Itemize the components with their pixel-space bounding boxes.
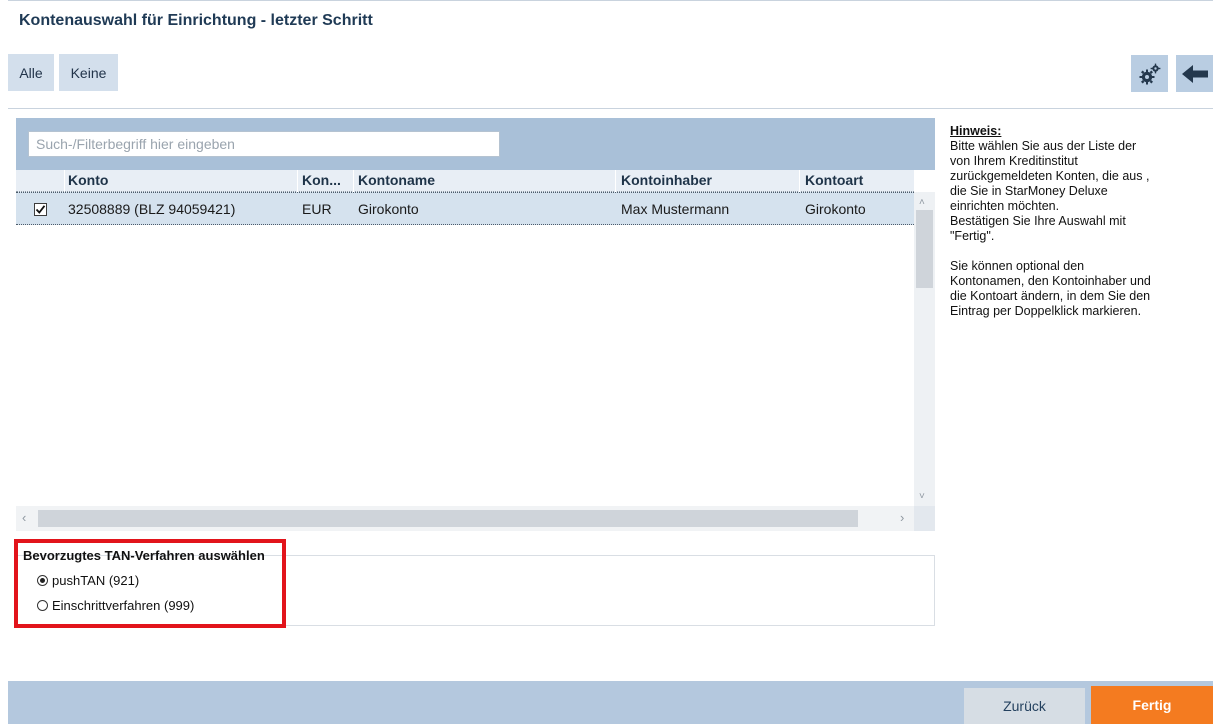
select-none-button[interactable]: Keine <box>59 54 118 91</box>
hint-line: Eintrag per Doppelklick markieren. <box>950 304 1142 318</box>
hint-line: zurückgemeldeten Konten, die aus , <box>950 169 1150 183</box>
top-border <box>8 0 1213 1</box>
vertical-scrollbar[interactable]: ˄ ˅ <box>914 192 935 506</box>
settings-button[interactable] <box>1131 55 1168 92</box>
hint-line: Bitte wählen Sie aus der Liste der <box>950 139 1137 153</box>
hint-line: von Ihrem Kreditinstitut <box>950 154 1078 168</box>
column-separator <box>615 170 616 192</box>
select-all-button[interactable]: Alle <box>8 54 54 91</box>
table-header: Konto Kon... Kontoname Kontoinhaber Kont… <box>16 170 914 192</box>
cell-waehrung: EUR <box>302 201 332 217</box>
tan-method-legend: Bevorzugtes TAN-Verfahren auswählen <box>23 548 265 563</box>
row-checkbox[interactable] <box>34 203 47 216</box>
horizontal-scroll-thumb[interactable] <box>38 510 858 527</box>
radio-button-selected[interactable] <box>37 575 48 586</box>
account-list-panel: Konto Kon... Kontoname Kontoinhaber Kont… <box>16 118 935 531</box>
radio-label-pushtan: pushTAN (921) <box>52 573 140 588</box>
scrollbar-corner <box>914 506 935 531</box>
column-separator <box>799 170 800 192</box>
scroll-left-icon[interactable]: ‹ <box>22 511 26 524</box>
back-icon-button[interactable] <box>1176 55 1213 92</box>
hint-line: Kontonamen, den Kontoinhaber und <box>950 274 1151 288</box>
column-separator <box>297 170 298 192</box>
finish-button[interactable]: Fertig <box>1091 686 1213 724</box>
tan-method-group <box>16 555 935 626</box>
vertical-scroll-thumb[interactable] <box>916 210 933 288</box>
column-separator <box>353 170 354 192</box>
toolbar-separator <box>8 108 1213 109</box>
hint-line: einrichten möchten. <box>950 199 1060 213</box>
back-button[interactable]: Zurück <box>964 688 1085 724</box>
hint-line: Sie können optional den <box>950 259 1085 273</box>
account-table: Konto Kon... Kontoname Kontoinhaber Kont… <box>16 170 935 531</box>
hint-title: Hinweis: <box>950 124 1002 138</box>
cell-kontoinhaber[interactable]: Max Mustermann <box>621 201 729 217</box>
page-title: Kontenauswahl für Einrichtung - letzter … <box>19 12 373 29</box>
table-row[interactable]: 32508889 (BLZ 94059421) EUR Girokonto Ma… <box>16 192 914 225</box>
gears-icon <box>1139 63 1160 84</box>
column-separator <box>64 170 65 192</box>
cell-kontoname[interactable]: Girokonto <box>358 201 419 217</box>
scroll-down-icon[interactable]: ˅ <box>919 492 925 502</box>
column-header-konto[interactable]: Konto <box>68 172 108 188</box>
scroll-up-icon[interactable]: ˄ <box>919 198 925 208</box>
hint-line: die Kontoart ändern, in dem Sie den <box>950 289 1151 303</box>
hint-line: die Sie in StarMoney Deluxe <box>950 184 1108 198</box>
radio-einschrittverfahren[interactable]: Einschrittverfahren (999) <box>37 598 194 613</box>
arrow-left-icon <box>1181 64 1208 83</box>
radio-pushtan[interactable]: pushTAN (921) <box>37 573 139 588</box>
column-header-kontoname[interactable]: Kontoname <box>358 172 435 188</box>
search-input[interactable] <box>28 131 500 157</box>
hint-panel: Hinweis: Bitte wählen Sie aus der Liste … <box>950 124 1205 319</box>
hint-line: Bestätigen Sie Ihre Auswahl mit <box>950 214 1126 228</box>
radio-label-einschrittverfahren: Einschrittverfahren (999) <box>52 598 195 613</box>
column-header-waehrung[interactable]: Kon... <box>302 172 341 188</box>
column-header-kontoart[interactable]: Kontoart <box>805 172 863 188</box>
cell-konto: 32508889 (BLZ 94059421) <box>68 201 236 217</box>
radio-button[interactable] <box>37 600 48 611</box>
hint-spacer <box>950 244 1205 259</box>
hint-line: "Fertig". <box>950 229 995 243</box>
column-header-kontoinhaber[interactable]: Kontoinhaber <box>621 172 712 188</box>
horizontal-scrollbar[interactable]: ‹ › <box>16 506 914 531</box>
scroll-right-icon[interactable]: › <box>900 511 904 524</box>
cell-kontoart[interactable]: Girokonto <box>805 201 866 217</box>
checkmark-icon <box>35 205 46 214</box>
